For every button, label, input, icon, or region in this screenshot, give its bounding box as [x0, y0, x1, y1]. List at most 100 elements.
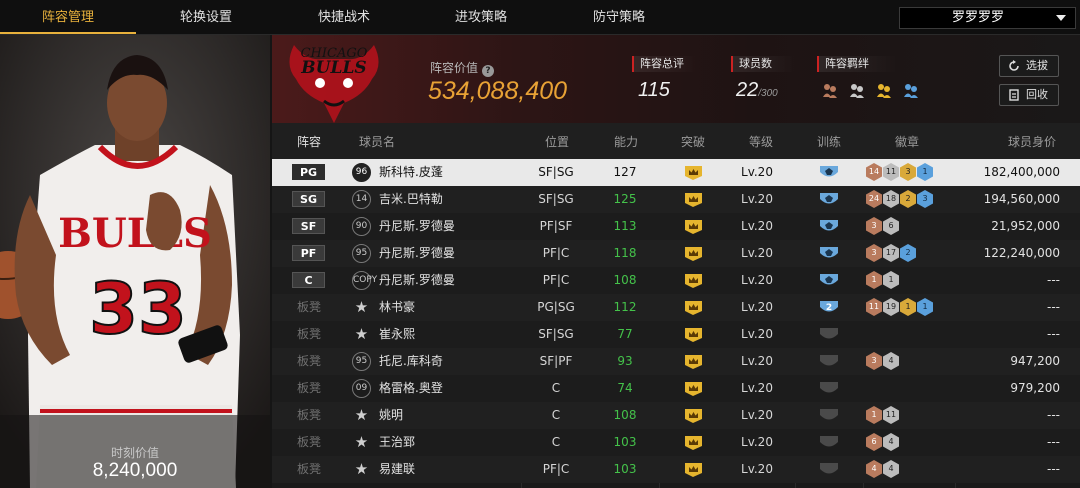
col-header-position[interactable]: 位置	[530, 123, 584, 159]
shield-icon[interactable]	[819, 191, 839, 208]
crown-icon[interactable]	[684, 192, 702, 207]
badge-bronze[interactable]: 24	[866, 190, 882, 208]
recycle-button[interactable]: 回收	[999, 84, 1059, 106]
badge-silver[interactable]: 6	[883, 217, 899, 235]
col-header-badges[interactable]: 徽章	[872, 123, 942, 159]
player-name[interactable]: 托尼.库科奇	[379, 348, 443, 375]
badge-blue[interactable]: 3	[917, 190, 933, 208]
tab-defense-strategy[interactable]: 防守策略	[550, 0, 688, 35]
badge-silver[interactable]: 1	[883, 271, 899, 289]
crown-icon[interactable]	[684, 435, 702, 450]
badge-bronze[interactable]: 6	[866, 433, 882, 451]
shield-icon[interactable]	[819, 245, 839, 262]
shield-icon[interactable]: 2	[819, 299, 839, 316]
badge-silver[interactable]: 19	[883, 298, 899, 316]
badge-bronze[interactable]: 3	[866, 352, 882, 370]
col-header-slot[interactable]: 阵容	[286, 123, 332, 159]
player-name[interactable]: 崔永熙	[379, 321, 415, 348]
team-select-dropdown[interactable]: 罗罗罗罗	[899, 7, 1076, 29]
badge-silver[interactable]: 11	[883, 163, 899, 181]
player-name[interactable]: 丹尼斯.罗德曼	[379, 240, 455, 267]
badge-silver[interactable]: 4	[883, 433, 899, 451]
table-row[interactable]: PF 95 丹尼斯.罗德曼 PF|C 118 Lv.20 3 17 2 122,240,000	[272, 240, 1080, 267]
player-name[interactable]: 林书豪	[379, 294, 415, 321]
badge-silver[interactable]: 18	[883, 190, 899, 208]
badge-bronze[interactable]: 1	[866, 271, 882, 289]
col-header-breakthrough[interactable]: 突破	[670, 123, 716, 159]
player-name[interactable]: 姚明	[379, 402, 403, 429]
table-row[interactable]: PG 96 斯科特.皮蓬 SF|SG 127 Lv.20 14 11 3 1 182,400,000	[272, 159, 1080, 186]
table-row[interactable]: 板凳 ★ 姚明 C 108 Lv.20 1 11 ---	[272, 402, 1080, 429]
badge-gold[interactable]: 3	[900, 163, 916, 181]
table-row[interactable]: SF 90 丹尼斯.罗德曼 PF|SF 113 Lv.20 3 6 21,952,000	[272, 213, 1080, 240]
player-name[interactable]: 易建联	[379, 456, 415, 483]
chemistry-blue-icon[interactable]	[902, 81, 920, 99]
crown-icon[interactable]	[684, 300, 702, 315]
crown-icon[interactable]	[684, 219, 702, 234]
badge-list: 14 11 3 1	[866, 163, 934, 182]
table-row[interactable]: 板凳 ★ 崔永熙 SF|SG 77 Lv.20 ---	[272, 321, 1080, 348]
shield-icon[interactable]	[819, 380, 839, 397]
table-row[interactable]: 板凳 95 托尼.库科奇 SF|PF 93 Lv.20 3 4 947,200	[272, 348, 1080, 375]
col-header-training[interactable]: 训练	[806, 123, 852, 159]
col-header-market-value[interactable]: 球员身价	[992, 123, 1072, 159]
tab-offense-strategy[interactable]: 进攻策略	[412, 0, 550, 35]
select-button[interactable]: 选拔	[999, 55, 1059, 77]
shield-icon[interactable]	[819, 218, 839, 235]
player-name[interactable]: 格雷格.奥登	[379, 375, 443, 402]
shield-icon[interactable]	[819, 434, 839, 451]
table-row[interactable]: 板凳 09 格雷格.奥登 C 74 Lv.20 979,200	[272, 375, 1080, 402]
shield-icon[interactable]	[819, 326, 839, 343]
table-row[interactable]: C COPY 丹尼斯.罗德曼 PF|C 108 Lv.20 1 1 ---	[272, 267, 1080, 294]
table-row[interactable]: 板凳 ★ 易建联 PF|C 103 Lv.20 4 4 ---	[272, 456, 1080, 483]
crown-icon[interactable]	[684, 327, 702, 342]
crown-icon[interactable]	[684, 246, 702, 261]
table-row[interactable]: 板凳 ★ 林书豪 PG|SG 112 Lv.20 2 11 19 1 1 ---	[272, 294, 1080, 321]
col-header-level[interactable]: 等级	[738, 123, 784, 159]
crown-icon[interactable]	[684, 273, 702, 288]
badge-bronze[interactable]: 3	[866, 244, 882, 262]
crown-icon[interactable]	[684, 381, 702, 396]
player-name[interactable]: 斯科特.皮蓬	[379, 159, 443, 186]
shield-icon[interactable]	[819, 164, 839, 181]
badge-silver[interactable]: 4	[883, 460, 899, 478]
help-icon[interactable]: ?	[482, 65, 495, 77]
player-name[interactable]: 王治郅	[379, 429, 415, 456]
chevron-down-icon	[1056, 15, 1066, 21]
player-market-value: 21,952,000	[991, 219, 1060, 233]
badge-silver[interactable]: 17	[883, 244, 899, 262]
crown-icon[interactable]	[684, 354, 702, 369]
badge-blue[interactable]: 1	[917, 163, 933, 181]
col-header-ability[interactable]: 能力	[602, 123, 650, 159]
badge-gold[interactable]: 2	[900, 190, 916, 208]
badge-blue[interactable]: 1	[917, 298, 933, 316]
badge-bronze[interactable]: 4	[866, 460, 882, 478]
player-name[interactable]: 吉米.巴特勒	[379, 186, 443, 213]
crown-icon[interactable]	[684, 462, 702, 477]
shield-icon[interactable]	[819, 407, 839, 424]
player-name[interactable]: 丹尼斯.罗德曼	[379, 267, 455, 294]
tab-rotation-settings[interactable]: 轮换设置	[136, 0, 276, 35]
badge-blue[interactable]: 2	[900, 244, 916, 262]
chemistry-bronze-icon[interactable]	[821, 81, 839, 99]
col-header-player-name[interactable]: 球员名	[352, 123, 402, 159]
shield-icon[interactable]	[819, 353, 839, 370]
chemistry-gold-icon[interactable]	[875, 81, 893, 99]
tab-lineup-management[interactable]: 阵容管理	[0, 0, 136, 35]
shield-icon[interactable]	[819, 461, 839, 478]
table-row[interactable]: SG 14 吉米.巴特勒 SF|SG 125 Lv.20 24 18 2 3 194,560,000	[272, 186, 1080, 213]
badge-silver[interactable]: 4	[883, 352, 899, 370]
player-name[interactable]: 丹尼斯.罗德曼	[379, 213, 455, 240]
badge-gold[interactable]: 1	[900, 298, 916, 316]
shield-icon[interactable]	[819, 272, 839, 289]
badge-bronze[interactable]: 1	[866, 406, 882, 424]
table-row[interactable]: 板凳 ★ 王治郅 C 103 Lv.20 6 4 ---	[272, 429, 1080, 456]
badge-silver[interactable]: 11	[883, 406, 899, 424]
badge-bronze[interactable]: 11	[866, 298, 882, 316]
crown-icon[interactable]	[684, 165, 702, 180]
crown-icon[interactable]	[684, 408, 702, 423]
tab-quick-tactics[interactable]: 快捷战术	[276, 0, 412, 35]
chemistry-silver-icon[interactable]	[848, 81, 866, 99]
badge-bronze[interactable]: 3	[866, 217, 882, 235]
badge-bronze[interactable]: 14	[866, 163, 882, 181]
